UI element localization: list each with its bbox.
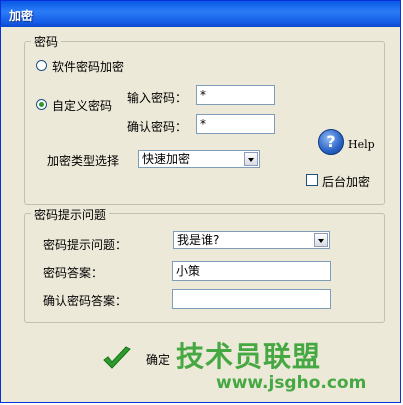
enter-password-label: 输入密码： xyxy=(127,91,188,105)
hint-answer-field[interactable]: 小策 xyxy=(172,261,331,281)
encrypt-type-value: 快速加密 xyxy=(142,152,191,166)
hint-answer-label: 密码答案： xyxy=(43,266,104,280)
encrypt-type-dropdown[interactable]: 快速加密 xyxy=(138,150,260,168)
ok-button[interactable]: 确定 xyxy=(146,351,170,368)
hint-question-value: 我是谁? xyxy=(177,233,220,247)
window-title: 加密 xyxy=(9,9,34,23)
chevron-down-icon[interactable] xyxy=(314,233,328,247)
confirm-password-field[interactable]: * xyxy=(196,114,275,134)
checkmark-icon[interactable] xyxy=(102,346,132,372)
hint-question-label: 密码提示问题： xyxy=(43,238,128,252)
chevron-down-icon[interactable] xyxy=(244,152,258,166)
help-icon[interactable]: ? xyxy=(318,129,344,155)
encrypt-dialog: 加密 密码 软件密码加密 自定义密码 输入密码： * 确认密码： * ? Hel… xyxy=(0,0,401,403)
custom-password-label[interactable]: 自定义密码 xyxy=(52,97,112,114)
title-bar[interactable]: 加密 xyxy=(1,1,400,27)
help-label[interactable]: Help xyxy=(348,138,375,151)
password-hint-group-legend: 密码提示问题 xyxy=(31,206,110,223)
enter-password-field[interactable]: * xyxy=(196,85,275,105)
software-password-label[interactable]: 软件密码加密 xyxy=(52,58,124,75)
hint-question-dropdown[interactable]: 我是谁? xyxy=(173,231,330,249)
confirm-hint-answer-label: 确认密码答案： xyxy=(43,294,128,308)
encrypt-type-label: 加密类型选择 xyxy=(47,154,120,168)
watermark-logo-text: 技术员联盟 xyxy=(176,340,322,373)
background-encrypt-checkbox[interactable] xyxy=(306,174,318,186)
software-password-radio[interactable] xyxy=(36,60,47,71)
background-encrypt-label[interactable]: 后台加密 xyxy=(322,173,370,190)
password-group-legend: 密码 xyxy=(31,33,62,50)
watermark-url: www.jsgho.com xyxy=(216,373,367,393)
confirm-hint-answer-field[interactable] xyxy=(172,289,331,309)
custom-password-radio[interactable] xyxy=(36,99,47,110)
confirm-password-label: 确认密码： xyxy=(127,120,188,134)
